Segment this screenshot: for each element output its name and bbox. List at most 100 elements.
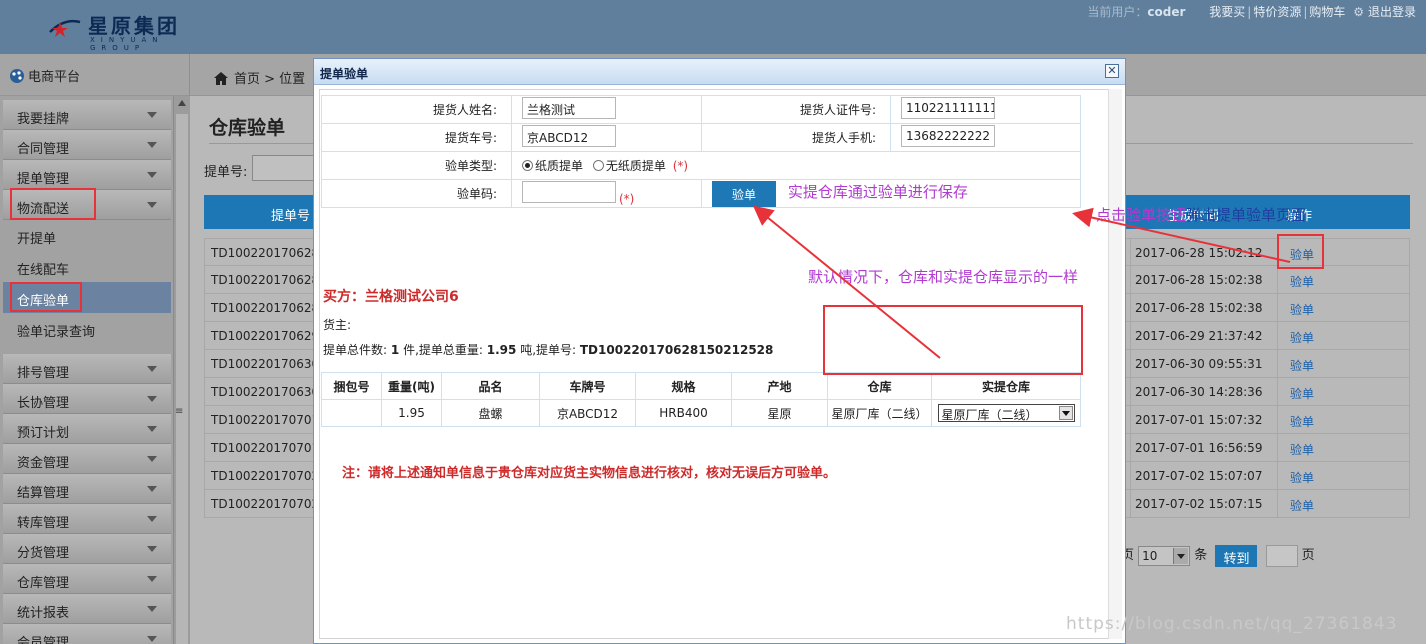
radio-paper[interactable] bbox=[522, 160, 533, 171]
required-mark: (*) bbox=[672, 159, 689, 173]
plate-label: 提货车号: bbox=[321, 123, 512, 152]
menu-group-lading[interactable]: 提单管理 bbox=[3, 160, 171, 190]
menu-item-online-car[interactable]: 在线配车 bbox=[3, 251, 171, 282]
dialog-scrollbar[interactable] bbox=[1108, 89, 1122, 639]
row-check-link[interactable]: 验单 bbox=[1290, 385, 1314, 402]
page-title: 仓库验单 bbox=[209, 117, 286, 139]
menu-group-contract[interactable]: 合同管理 bbox=[3, 130, 171, 160]
link-cart[interactable]: 购物车 bbox=[1309, 5, 1345, 19]
home-icon bbox=[214, 72, 228, 85]
breadcrumb: 首页 > 位置 bbox=[214, 68, 305, 87]
goods-name: 盘螺 bbox=[441, 399, 540, 427]
chevron-down-icon[interactable] bbox=[1173, 547, 1189, 564]
check-button[interactable]: 验单 bbox=[712, 180, 776, 207]
goods-header-actual-warehouse: 实提仓库 bbox=[931, 372, 1081, 400]
row-check-link[interactable]: 验单 bbox=[1290, 357, 1314, 374]
radio-paper-label: 纸质提单 bbox=[535, 159, 584, 173]
row-lading-no: TD100220170702 bbox=[211, 469, 320, 483]
dialog-titlebar: 提单验单 ✕ bbox=[314, 59, 1125, 85]
logo-subtext: XINYUAN GROUP bbox=[90, 36, 164, 52]
radio-nopaper-label: 无纸质提单 bbox=[605, 159, 666, 173]
row-check-link[interactable]: 验单 bbox=[1290, 273, 1314, 290]
menu-group-listing[interactable]: 我要挂牌 bbox=[3, 100, 171, 130]
row-check-link[interactable]: 验单 bbox=[1290, 413, 1314, 430]
highlight-warehouse-check bbox=[10, 282, 82, 312]
page-size-select[interactable]: 10 bbox=[1138, 545, 1191, 566]
page-number-input[interactable] bbox=[1265, 544, 1298, 567]
scroll-up-icon[interactable] bbox=[178, 100, 186, 106]
actual-warehouse-select[interactable]: 星原厂库（二线） bbox=[937, 404, 1075, 422]
goods-header-name: 品名 bbox=[441, 372, 540, 400]
consignee-name-input[interactable]: 兰格测试 bbox=[522, 97, 616, 119]
menu-group-warehouse[interactable]: 仓库管理 bbox=[3, 564, 171, 594]
row-lading-no: TD100220170629 bbox=[211, 329, 320, 343]
row-time: 2017-06-29 21:37:42 bbox=[1135, 329, 1263, 343]
breadcrumb-home[interactable]: 首页 bbox=[234, 72, 260, 87]
chevron-down-icon bbox=[147, 172, 157, 178]
gear-icon: ⚙ bbox=[1353, 5, 1364, 19]
pager: 页 10 条 转到 页 bbox=[1121, 544, 1315, 567]
chevron-down-icon bbox=[147, 636, 157, 642]
link-special[interactable]: 特价资源 bbox=[1253, 5, 1301, 19]
sidebar-menu: 我要挂牌 合同管理 提单管理 物流配送 开提单 在线配车 仓库验单 验单记录查询… bbox=[3, 100, 171, 644]
menu-item-check-records[interactable]: 验单记录查询 bbox=[3, 313, 171, 344]
watermark: https://blog.csdn.net/qq_27361843 bbox=[1066, 614, 1398, 634]
row-time: 2017-06-30 14:28:36 bbox=[1135, 385, 1263, 399]
row-time: 2017-06-28 15:02:38 bbox=[1135, 273, 1263, 287]
sidebar-scrollbar[interactable] bbox=[173, 96, 190, 644]
query-input[interactable] bbox=[252, 155, 322, 181]
menu-group-funds[interactable]: 资金管理 bbox=[3, 444, 171, 474]
row-check-link[interactable]: 验单 bbox=[1290, 441, 1314, 458]
menu-group-reports[interactable]: 统计报表 bbox=[3, 594, 171, 624]
menu-group-distribution[interactable]: 分货管理 bbox=[3, 534, 171, 564]
row-check-link[interactable]: 验单 bbox=[1290, 301, 1314, 318]
palette-icon bbox=[10, 69, 24, 83]
chevron-down-icon[interactable] bbox=[1058, 406, 1073, 420]
menu-group-settlement[interactable]: 结算管理 bbox=[3, 474, 171, 504]
chevron-down-icon bbox=[147, 516, 157, 522]
menu-group-transfer[interactable]: 转库管理 bbox=[3, 504, 171, 534]
consignee-form: 提货人姓名: 兰格测试 提货人证件号: 110221111111111 提货车号… bbox=[321, 95, 1081, 208]
row-check-link[interactable]: 验单 bbox=[1290, 497, 1314, 514]
chevron-down-icon bbox=[147, 142, 157, 148]
check-code-input[interactable] bbox=[522, 181, 616, 203]
menu-group-queue[interactable]: 排号管理 bbox=[3, 354, 171, 384]
row-lading-no: TD100220170628 bbox=[211, 301, 320, 315]
link-buy[interactable]: 我要买 bbox=[1209, 5, 1245, 19]
consignee-name-label: 提货人姓名: bbox=[321, 95, 512, 124]
row-time: 2017-06-30 09:55:31 bbox=[1135, 357, 1263, 371]
goods-header-weight: 重量(吨) bbox=[381, 372, 442, 400]
splitter-handle[interactable]: ≡ bbox=[175, 406, 183, 417]
row-lading-no: TD100220170628 bbox=[211, 273, 320, 287]
highlight-warehouse-columns bbox=[823, 305, 1083, 375]
menu-group-members[interactable]: 会员管理 bbox=[3, 624, 171, 644]
highlight-check-link bbox=[1277, 234, 1324, 269]
radio-nopaper[interactable] bbox=[592, 160, 604, 171]
scroll-thumb[interactable] bbox=[176, 114, 188, 644]
consignee-id-label: 提货人证件号: bbox=[701, 95, 891, 124]
row-lading-no: TD100220170630 bbox=[211, 385, 320, 399]
current-user-label: 当前用户： bbox=[1087, 5, 1148, 19]
row-check-link[interactable]: 验单 bbox=[1290, 469, 1314, 486]
row-lading-no: TD100220170630 bbox=[211, 357, 320, 371]
menu-item-open-lading[interactable]: 开提单 bbox=[3, 220, 171, 251]
chevron-down-icon bbox=[147, 456, 157, 462]
go-page-button[interactable]: 转到 bbox=[1215, 544, 1258, 567]
row-time: 2017-07-01 15:07:32 bbox=[1135, 413, 1263, 427]
menu-group-longterm[interactable]: 长协管理 bbox=[3, 384, 171, 414]
chevron-down-icon bbox=[147, 576, 157, 582]
consignee-id-input[interactable]: 110221111111111 bbox=[901, 97, 995, 119]
default-hint-annotation: 默认情况下，仓库和实提仓库显示的一样 bbox=[808, 268, 1079, 286]
plate-input[interactable]: 京ABCD12 bbox=[522, 125, 616, 147]
close-icon[interactable]: ✕ bbox=[1105, 64, 1119, 78]
goods-header-spec: 规格 bbox=[635, 372, 732, 400]
platform-title: 电商平台 bbox=[0, 54, 190, 96]
breadcrumb-rest: > 位置 bbox=[264, 72, 306, 87]
logout-link[interactable]: 退出登录 bbox=[1368, 5, 1416, 19]
goods-row: 1.95 盘螺 京ABCD12 HRB400 星原 星原厂库（二线） 星原厂库（… bbox=[321, 399, 1081, 427]
current-user-name: coder bbox=[1147, 5, 1186, 19]
row-check-link[interactable]: 验单 bbox=[1290, 329, 1314, 346]
phone-input[interactable]: 13682222222 bbox=[901, 125, 995, 147]
row-time: 2017-07-01 16:56:59 bbox=[1135, 441, 1263, 455]
menu-group-plan[interactable]: 预订计划 bbox=[3, 414, 171, 444]
